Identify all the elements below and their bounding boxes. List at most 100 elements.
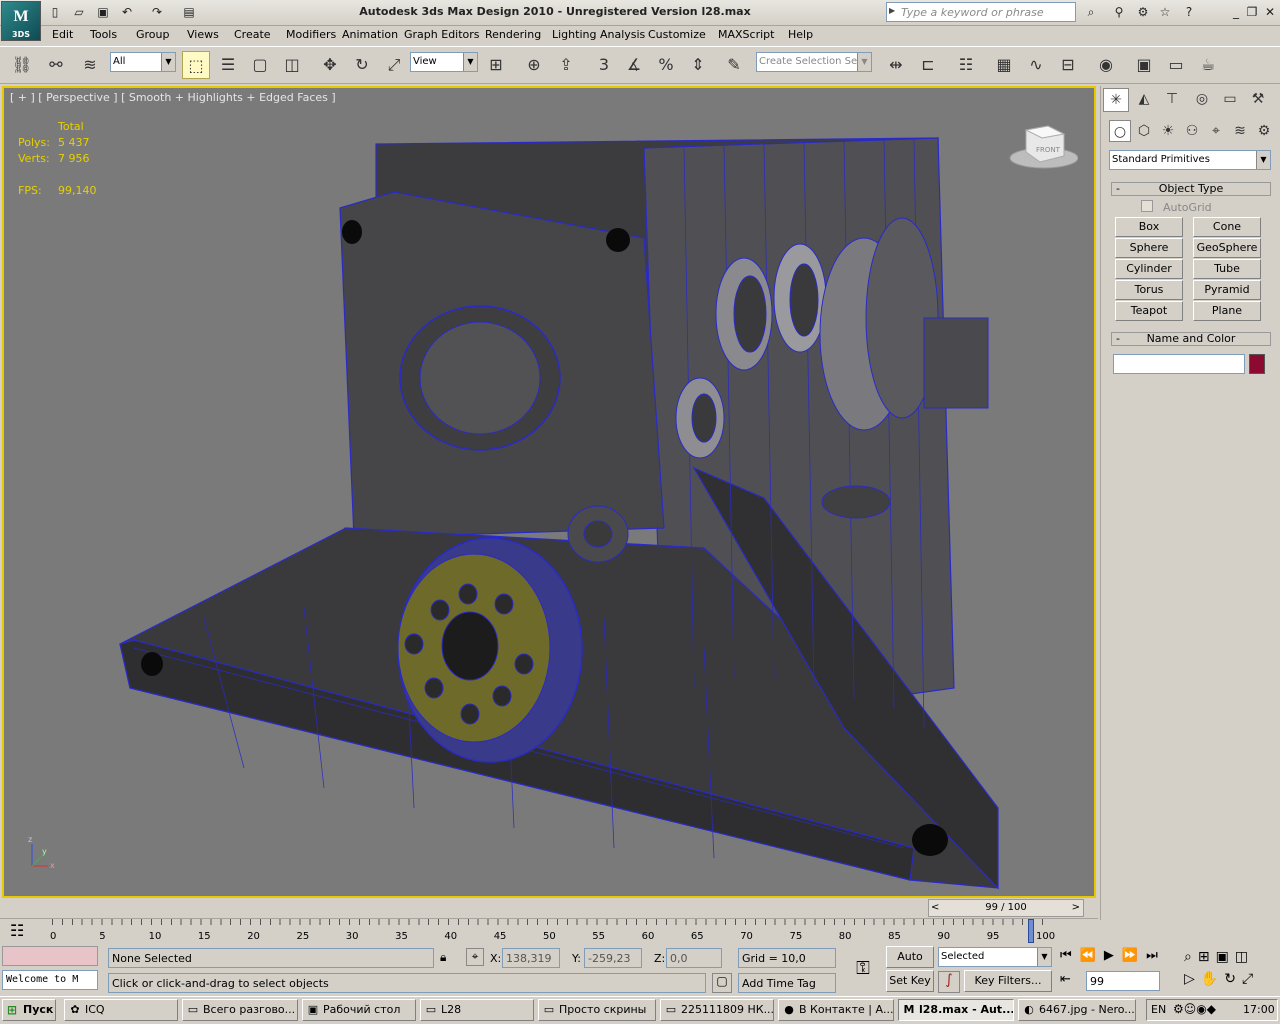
space-warps-icon[interactable]: ≋: [1229, 120, 1251, 142]
bind-space-warp-icon[interactable]: ≋: [76, 51, 104, 79]
select-and-manipulate-icon[interactable]: ⊕: [520, 51, 548, 79]
redo-icon[interactable]: ↷: [148, 3, 166, 21]
time-slider-prev[interactable]: <: [931, 900, 939, 916]
taskbar-item[interactable]: ▭ 225111809 НК...: [660, 999, 774, 1021]
menu-create[interactable]: Create: [234, 28, 271, 41]
taskbar-item[interactable]: Ml28.max - Aut...: [898, 999, 1014, 1021]
maxscript-listener[interactable]: Welcome to M: [2, 970, 98, 990]
schematic-view-icon[interactable]: ⊟: [1054, 51, 1082, 79]
zoom-all-icon[interactable]: ⊞: [1198, 949, 1216, 965]
mirror-icon[interactable]: ⇹: [882, 51, 910, 79]
tray-icons[interactable]: ⚙☺◉◆: [1173, 1002, 1216, 1016]
current-frame-field[interactable]: 99: [1086, 971, 1160, 991]
play-icon[interactable]: ▶: [1104, 948, 1122, 963]
edit-named-selection-icon[interactable]: ✎: [720, 51, 748, 79]
create-tab-icon[interactable]: ✳: [1103, 88, 1129, 112]
x-coordinate-field[interactable]: 138,319: [502, 948, 560, 968]
selection-filter-dropdown[interactable]: All ▼: [110, 52, 176, 72]
key-mode-toggle-icon[interactable]: ⇤: [1060, 972, 1071, 987]
menu-views[interactable]: Views: [187, 28, 219, 41]
move-icon[interactable]: ✥: [316, 51, 344, 79]
zoom-extents-all-icon[interactable]: ◫: [1235, 949, 1254, 965]
z-coordinate-field[interactable]: 0,0: [666, 948, 722, 968]
percent-snap-icon[interactable]: %: [652, 51, 680, 79]
menu-animation[interactable]: Animation: [342, 28, 398, 41]
time-slider-next[interactable]: >: [1072, 900, 1080, 916]
menu-group[interactable]: Group: [136, 28, 170, 41]
object-type-rollout-header[interactable]: Object Type: [1111, 182, 1271, 196]
favorites-icon[interactable]: ☆: [1156, 3, 1174, 21]
cone-button[interactable]: Cone: [1193, 217, 1261, 237]
taskbar-item[interactable]: ▭ L28: [420, 999, 534, 1021]
default-tangents-icon[interactable]: ∫: [938, 971, 960, 993]
select-object-icon[interactable]: ⬚: [182, 51, 210, 79]
align-icon[interactable]: ⊏: [914, 51, 942, 79]
curve-editor-icon[interactable]: ∿: [1022, 51, 1050, 79]
name-and-color-rollout-header[interactable]: Name and Color: [1111, 332, 1271, 346]
auto-key-button[interactable]: Auto Key: [886, 946, 934, 983]
spinner-snap-icon[interactable]: ⇕: [684, 51, 712, 79]
menu-lighting-analysis[interactable]: Lighting Analysis: [552, 28, 645, 41]
sphere-button[interactable]: Sphere: [1115, 238, 1183, 258]
select-by-name-icon[interactable]: ☰: [214, 51, 242, 79]
perspective-viewport[interactable]: [ + ] [ Perspective ] [ Smooth + Highlig…: [2, 86, 1096, 898]
track-bar[interactable]: ☷ 05101520253035404550556065707580859095…: [0, 918, 1098, 945]
box-button[interactable]: Box: [1115, 217, 1183, 237]
menu-edit[interactable]: Edit: [52, 28, 73, 41]
tube-button[interactable]: Tube: [1193, 259, 1261, 279]
systems-icon[interactable]: ⚙: [1253, 120, 1275, 142]
torus-button[interactable]: Torus: [1115, 280, 1183, 300]
taskbar-item[interactable]: ▭ Просто скрины: [538, 999, 656, 1021]
open-file-icon[interactable]: ▱: [70, 3, 88, 21]
motion-tab-icon[interactable]: ◎: [1189, 88, 1215, 112]
set-key-icon[interactable]: ⚿: [846, 958, 880, 980]
angle-snap-icon[interactable]: ∡: [620, 51, 648, 79]
goto-start-icon[interactable]: ⏮: [1060, 948, 1080, 963]
hierarchy-tab-icon[interactable]: ⊤: [1159, 88, 1185, 112]
graphite-modeling-icon[interactable]: ▦: [990, 51, 1018, 79]
project-folder-icon[interactable]: ▤: [180, 3, 198, 21]
reference-coordinate-dropdown[interactable]: View ▼: [410, 52, 478, 72]
lock-selection-icon[interactable]: 🔒︎: [440, 950, 446, 965]
menu-help[interactable]: Help: [788, 28, 813, 41]
key-mode-dropdown[interactable]: Selected ▼: [938, 947, 1052, 967]
restore-icon[interactable]: ❐: [1244, 4, 1260, 20]
keyboard-shortcut-override-icon[interactable]: ⇪: [552, 51, 580, 79]
lights-icon[interactable]: ☀: [1157, 120, 1179, 142]
current-frame-marker[interactable]: [1028, 919, 1034, 943]
add-time-tag-button[interactable]: Add Time Tag: [738, 973, 836, 993]
menu-graph-editors[interactable]: Graph Editors: [404, 28, 480, 41]
utilities-tab-icon[interactable]: ⚒: [1245, 88, 1271, 112]
close-icon[interactable]: ✕: [1262, 4, 1278, 20]
cameras-icon[interactable]: ⚇: [1181, 120, 1203, 142]
object-name-field[interactable]: [1113, 354, 1245, 374]
prev-frame-icon[interactable]: ⏪: [1080, 948, 1104, 963]
display-tab-icon[interactable]: ▭: [1217, 88, 1243, 112]
binoculars-icon[interactable]: ⌕: [1082, 3, 1100, 21]
help-icon[interactable]: ?: [1180, 3, 1198, 21]
taskbar-item[interactable]: ● В Контакте | А...: [778, 999, 894, 1021]
menu-rendering[interactable]: Rendering: [485, 28, 541, 41]
geometry-icon[interactable]: ○: [1109, 120, 1131, 142]
autogrid-checkbox[interactable]: [1141, 200, 1153, 212]
named-selection-set-dropdown[interactable]: Create Selection Se ▼: [756, 52, 872, 72]
key-icon[interactable]: ⚲: [1110, 3, 1128, 21]
rectangular-selection-icon[interactable]: ▢: [246, 51, 274, 79]
menu-customize[interactable]: Customize: [648, 28, 706, 41]
menu-maxscript[interactable]: MAXScript: [718, 28, 774, 41]
time-tag-icon[interactable]: ▢: [712, 973, 732, 993]
new-file-icon[interactable]: ▯: [46, 3, 64, 21]
y-coordinate-field[interactable]: -259,23: [584, 948, 642, 968]
menu-modifiers[interactable]: Modifiers: [286, 28, 336, 41]
rotate-icon[interactable]: ↻: [348, 51, 376, 79]
render-setup-icon[interactable]: ▣: [1130, 51, 1158, 79]
taskbar-item[interactable]: ◐ 6467.jpg - Nero...: [1018, 999, 1136, 1021]
engine-block-model[interactable]: [4, 88, 1094, 896]
pivot-center-icon[interactable]: ⊞: [482, 51, 510, 79]
cylinder-button[interactable]: Cylinder: [1115, 259, 1183, 279]
zoom-extents-icon[interactable]: ▣: [1216, 949, 1235, 965]
helpers-icon[interactable]: ⌖: [1205, 120, 1227, 142]
material-editor-icon[interactable]: ◉: [1092, 51, 1120, 79]
viewcube-icon[interactable]: FRONT: [1008, 122, 1078, 172]
taskbar-item[interactable]: ▭ Всего разгово...: [182, 999, 298, 1021]
